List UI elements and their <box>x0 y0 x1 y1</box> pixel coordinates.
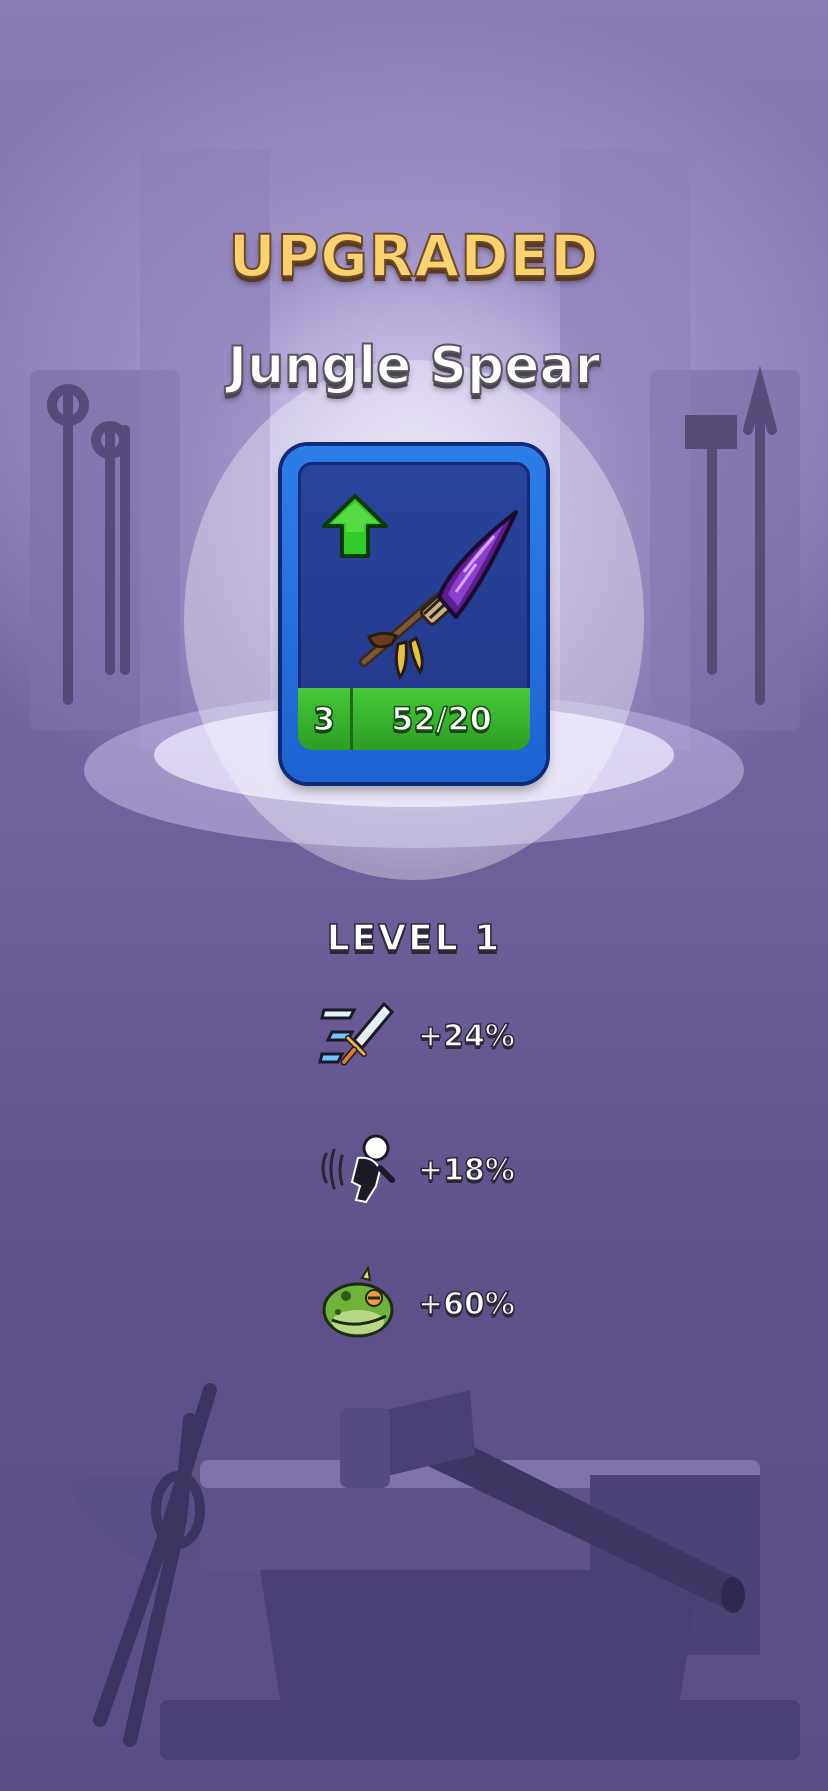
stat-value-toad: +60% <box>417 1286 515 1323</box>
upgrade-screen: UPGRADED Jungle Spear 3 52/20 LEVEL 1 +2… <box>0 0 828 1791</box>
card-progress: 52/20 <box>353 688 530 750</box>
card-footer: 3 52/20 <box>298 688 530 750</box>
item-name: Jungle Spear <box>227 335 601 397</box>
card-inner: 3 52/20 <box>298 462 530 750</box>
stat-row-attack-speed: +24% <box>318 996 516 1076</box>
weapon-card: 3 52/20 <box>282 446 546 782</box>
jungle-spear-icon <box>359 510 518 680</box>
stat-value-knockback: +18% <box>417 1152 515 1189</box>
stat-row-toad: +60% <box>318 1264 516 1344</box>
toad-icon <box>322 1265 394 1338</box>
stat-value-attack-speed: +24% <box>417 1018 515 1055</box>
level-label: LEVEL 1 <box>326 917 502 960</box>
upgrade-title: UPGRADED <box>228 221 600 291</box>
knockback-icon <box>321 1134 395 1204</box>
card-level: 3 <box>298 688 353 750</box>
attack-speed-icon <box>318 1001 395 1066</box>
stat-row-knockback: +18% <box>318 1130 516 1210</box>
